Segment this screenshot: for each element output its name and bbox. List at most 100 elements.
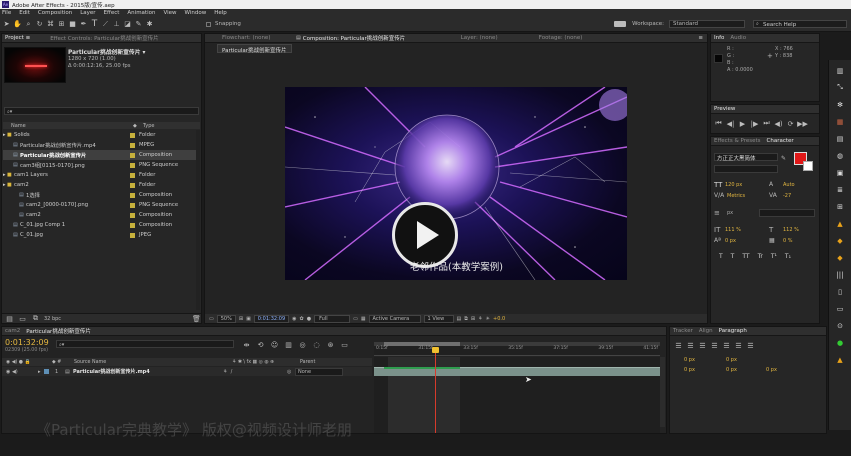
first-frame-icon[interactable]: ⏮ — [714, 119, 723, 128]
tracker-tab[interactable]: Tracker — [673, 328, 693, 334]
label-color-swatch[interactable] — [130, 222, 135, 228]
label-color-swatch[interactable] — [130, 192, 135, 198]
justify-left-icon[interactable]: ☰ — [710, 341, 719, 350]
justify-right-icon[interactable]: ☰ — [734, 341, 743, 350]
frame-blend-icon[interactable]: ▥ — [284, 340, 293, 349]
space-after-value[interactable]: 0 px — [766, 367, 777, 373]
views-select[interactable]: 1 View — [423, 314, 454, 323]
strip-tool-8-icon[interactable]: ≣ — [836, 185, 845, 194]
label-color-swatch[interactable] — [130, 212, 135, 218]
project-search-input[interactable]: ⌕▾ — [4, 107, 199, 115]
strip-tool-14-icon[interactable]: ▯ — [836, 287, 845, 296]
timeline-search-input[interactable]: ⌕▾ — [56, 340, 234, 348]
parent-pickwhip-icon[interactable]: ◎ — [287, 369, 295, 375]
subscript-button[interactable]: T₁ — [785, 253, 791, 260]
menu-layer[interactable]: Layer — [80, 10, 95, 16]
pan-behind-tool-icon[interactable]: ⊞ — [57, 20, 66, 29]
delete-icon[interactable]: 🗑 — [192, 314, 201, 323]
leading-value[interactable]: Auto — [783, 182, 795, 188]
indent-left-value[interactable]: 0 px — [684, 357, 695, 363]
menu-window[interactable]: Window — [185, 10, 207, 16]
project-scrollbar[interactable] — [196, 130, 200, 310]
project-item[interactable]: ▤ cam3组[0115-0170].png PNG Sequence — [3, 160, 200, 170]
workspace-toggle-icon[interactable] — [614, 21, 627, 27]
shy-icon[interactable]: ☺ — [270, 340, 279, 349]
last-frame-icon[interactable]: ⏭ — [762, 119, 771, 128]
audio-icon[interactable]: ◀) — [774, 119, 783, 128]
project-item[interactable]: ▤ Particular挑战创新宣传片 Composition — [3, 150, 200, 160]
ram-preview-icon[interactable]: ▶▶ — [797, 119, 808, 128]
playhead-line[interactable] — [435, 349, 436, 433]
play-preview-icon[interactable]: ▶ — [738, 119, 747, 128]
strip-tool-1-icon[interactable]: ▥ — [836, 66, 845, 75]
pen-tool-icon[interactable]: ✒ — [79, 20, 88, 29]
align-center-icon[interactable]: ☰ — [686, 341, 695, 350]
menu-animation[interactable]: Animation — [127, 10, 155, 16]
layer-label-swatch[interactable] — [44, 369, 49, 374]
strip-tool-4-icon[interactable]: ▦ — [836, 117, 845, 126]
project-item[interactable]: ▤ 1选择 Composition — [3, 190, 200, 200]
label-color-swatch[interactable] — [130, 232, 135, 238]
exposure-value[interactable]: +0.0 — [493, 316, 505, 322]
timeline-comp-tab[interactable]: Particular挑战创新宣传片 — [26, 327, 91, 335]
faux-bold-button[interactable]: T — [719, 253, 723, 260]
transparency-grid-icon[interactable]: ▦ — [361, 316, 366, 322]
paragraph-tab[interactable]: Paragraph — [719, 328, 747, 334]
hand-tool-icon[interactable]: ✋ — [13, 20, 22, 29]
project-item[interactable]: ▤ C_01.jpg JPEG — [3, 230, 200, 240]
column-name[interactable]: Name — [3, 123, 133, 129]
strip-tool-3-icon[interactable]: ✻ — [836, 100, 845, 109]
all-caps-button[interactable]: TT — [742, 253, 749, 260]
label-color-swatch[interactable] — [130, 172, 135, 178]
col-parent[interactable]: Parent — [300, 360, 315, 365]
strip-tool-11-icon[interactable]: ◆ — [836, 236, 845, 245]
stroke-color-swatch[interactable] — [803, 161, 813, 171]
strip-tool-6-icon[interactable]: ◍ — [836, 151, 845, 160]
flowchart-icon[interactable]: ⚘ — [478, 316, 482, 322]
stroke-width-value[interactable]: px — [727, 210, 733, 216]
timeline-scrollbar[interactable] — [660, 357, 665, 427]
current-time[interactable]: 0:01:32:09 — [253, 314, 290, 323]
panel-menu-icon[interactable]: ≡ — [698, 35, 703, 41]
project-item[interactable]: ▸ ■ Solids Folder — [3, 130, 200, 140]
snapping-checkbox[interactable] — [206, 21, 211, 27]
region-icon[interactable]: ▭ — [353, 316, 358, 322]
align-right-icon[interactable]: ☰ — [698, 341, 707, 350]
strip-tool-9-icon[interactable]: ⊞ — [836, 202, 845, 211]
rotate-tool-icon[interactable]: ↻ — [35, 20, 44, 29]
project-item[interactable]: ▤ C_01.jpg Comp 1 Composition — [3, 220, 200, 230]
footage-tab[interactable]: Footage: (none) — [527, 35, 627, 41]
menu-effect[interactable]: Effect — [104, 10, 120, 16]
snapshot-icon[interactable]: ◉ — [292, 316, 296, 322]
align-left-icon[interactable]: ☰ — [674, 341, 683, 350]
hscale-value[interactable]: 112 % — [783, 227, 799, 233]
channel-icon[interactable]: ● — [307, 316, 311, 322]
menu-help[interactable]: Help — [214, 10, 227, 16]
graph-editor-icon[interactable]: ◌ — [312, 340, 321, 349]
kerning-value[interactable]: Metrics — [727, 193, 745, 199]
motion-blur-icon[interactable]: ◎ — [298, 340, 307, 349]
brainstorm-icon[interactable]: ⊛ — [326, 340, 335, 349]
audio-tab[interactable]: Audio — [730, 35, 746, 41]
timeline-layer-row[interactable]: ◉ ◀) ▸ 1 ▤ Particular挑战创新宣传片.mp4 ⚘ / ◎ N… — [2, 367, 372, 376]
bpc-label[interactable]: 32 bpc — [44, 316, 61, 322]
superscript-button[interactable]: T¹ — [771, 253, 777, 260]
roto-brush-tool-icon[interactable]: ✎ — [134, 20, 143, 29]
preview-tab[interactable]: Preview — [714, 106, 735, 112]
faux-italic-button[interactable]: T — [731, 253, 735, 260]
composition-tab[interactable]: Composition: Particular挑战创新宣传片 — [303, 34, 435, 42]
character-tab[interactable]: Character — [767, 138, 794, 144]
indent-first-value[interactable]: 0 px — [684, 367, 695, 373]
align-tab[interactable]: Align — [699, 328, 713, 334]
rectangle-tool-icon[interactable]: ■ — [68, 20, 77, 29]
info-tab[interactable]: Info — [714, 35, 724, 41]
layer-name[interactable]: Particular挑战创新宣传片.mp4 — [73, 368, 223, 375]
label-color-swatch[interactable] — [130, 162, 135, 168]
interpret-footage-icon[interactable]: ▤ — [5, 314, 14, 323]
project-item[interactable]: ▤ cam2_[0000-0170].png PNG Sequence — [3, 200, 200, 210]
project-item[interactable]: ▸ ■ cam1 Layers Folder — [3, 170, 200, 180]
eyedropper-icon[interactable]: ✎ — [781, 155, 786, 162]
label-color-swatch[interactable] — [130, 202, 135, 208]
label-color-swatch[interactable] — [130, 152, 135, 158]
cam2-tab[interactable]: cam2 — [5, 328, 20, 334]
